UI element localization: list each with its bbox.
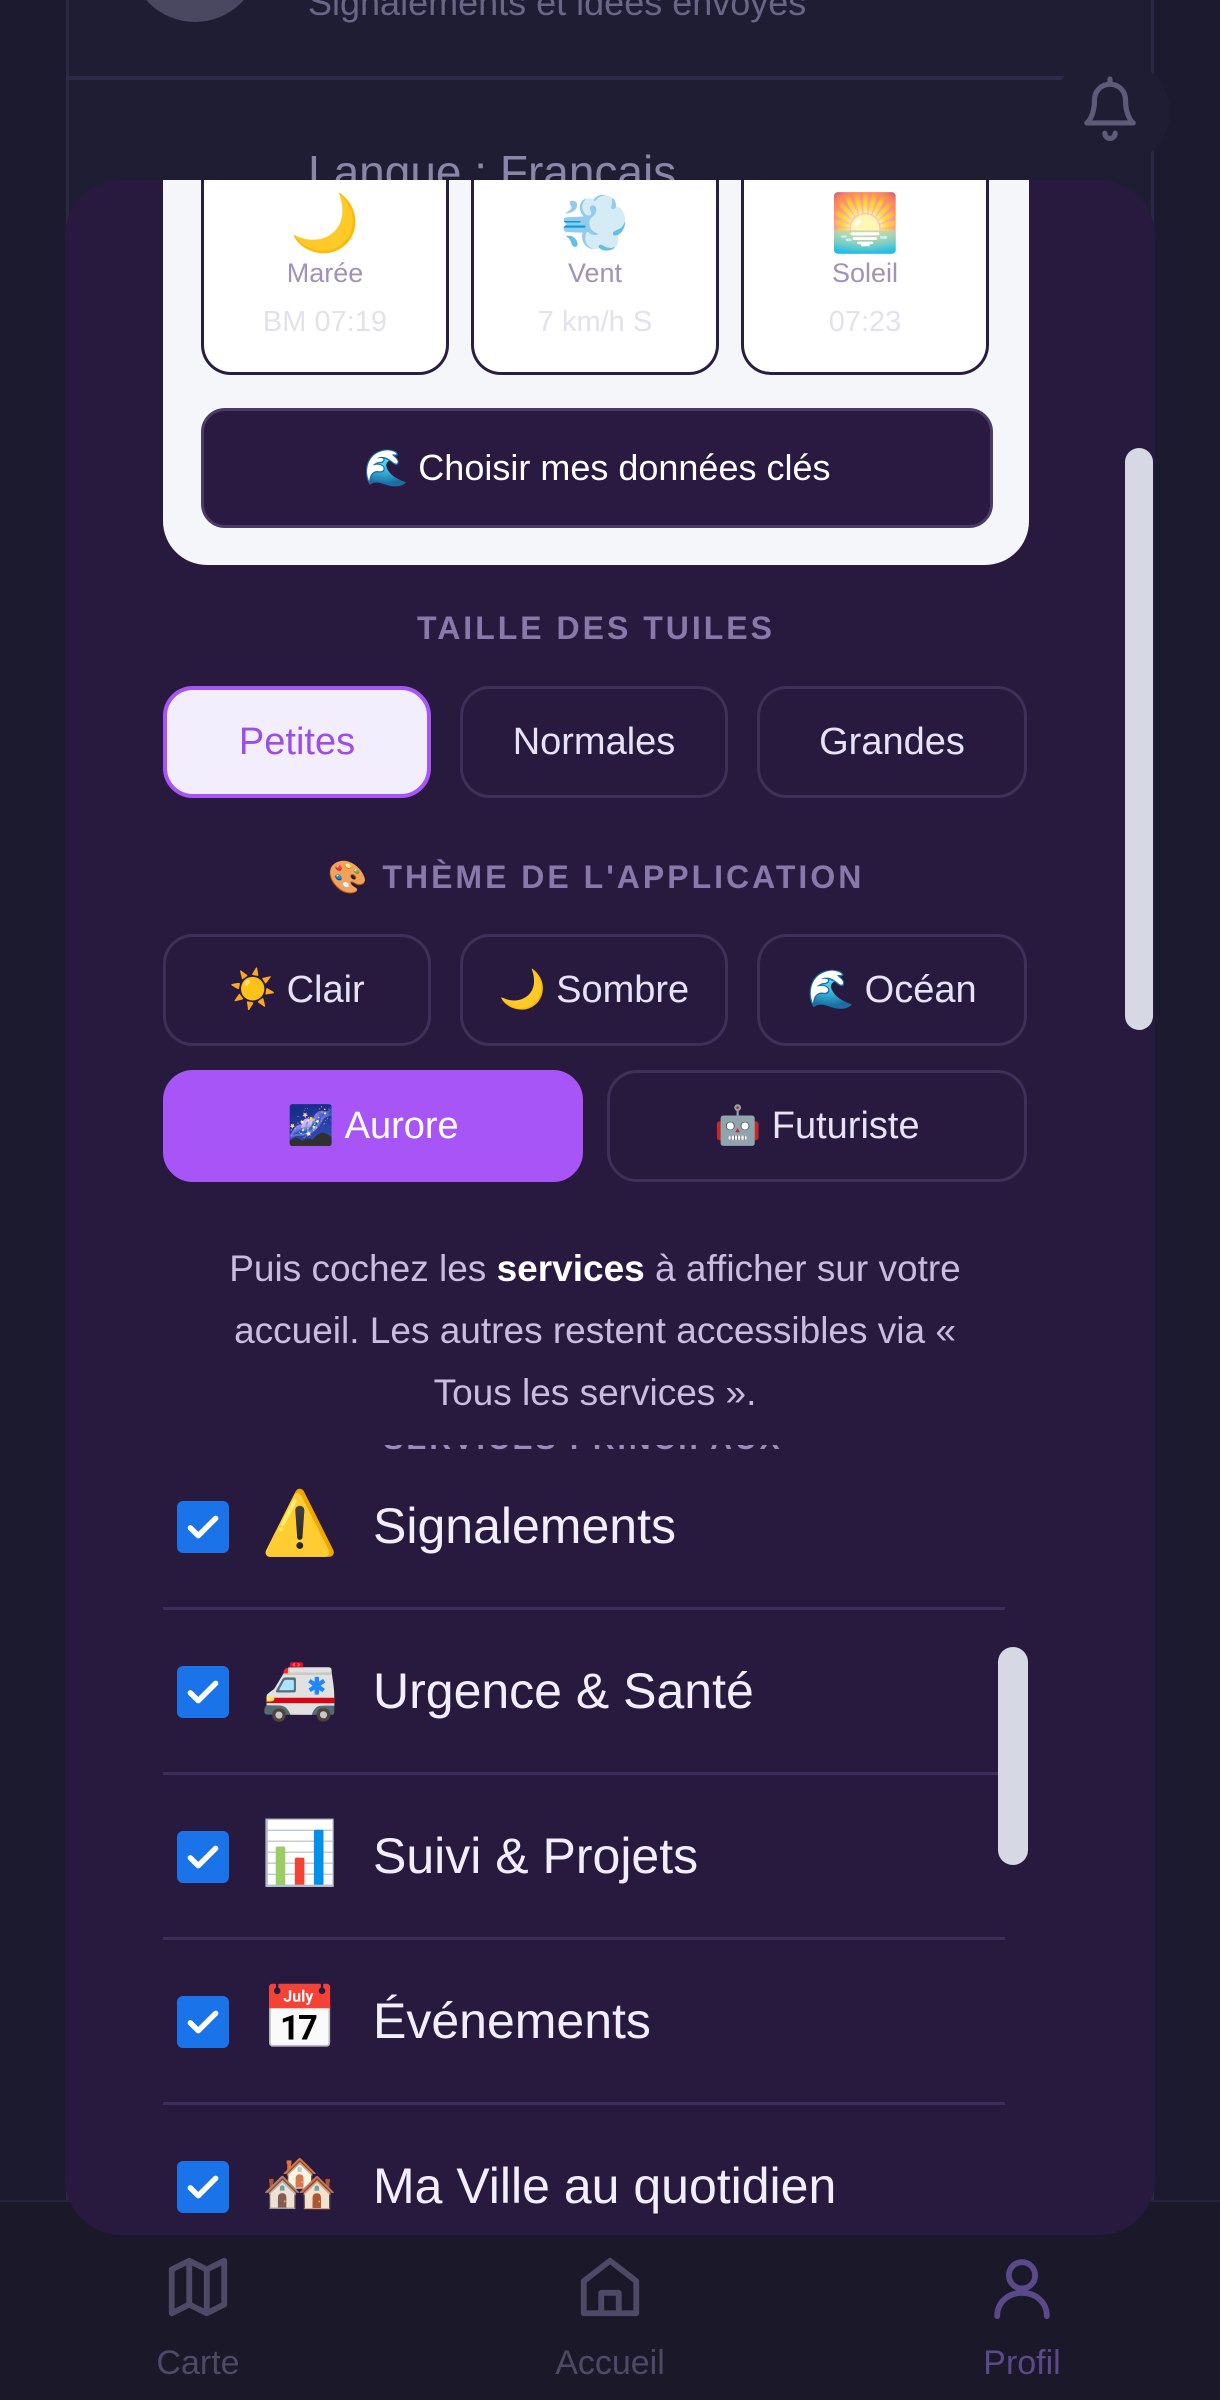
theme-label: Clair [286, 968, 365, 1011]
service-row-urgence[interactable]: 🚑 Urgence & Santé [163, 1610, 1005, 1775]
service-label: Suivi & Projets [373, 1828, 699, 1884]
warning-icon: ⚠️ [261, 1489, 339, 1558]
sunrise-icon: 🌅 [830, 191, 900, 254]
galaxy-icon: 🌌 [287, 1105, 335, 1147]
theme-ocean[interactable]: 🌊 Océan [757, 934, 1027, 1046]
theme-label: Futuriste [771, 1104, 920, 1147]
theme-clair[interactable]: ☀️ Clair [163, 934, 431, 1046]
service-row-ma-ville[interactable]: 🏘️ Ma Ville au quotidien [163, 2105, 1005, 2235]
ambulance-icon: 🚑 [261, 1654, 339, 1723]
service-checkbox[interactable] [177, 1996, 229, 2048]
tile-soleil: 🌅 Soleil 07:23 [741, 180, 989, 375]
nav-item-profil[interactable]: Profil [922, 2252, 1122, 2383]
tile-size-normales[interactable]: Normales [460, 686, 728, 798]
notifications-button[interactable] [1050, 60, 1170, 164]
background-reports-subtitle: Signalements et idées envoyés [308, 0, 807, 23]
tile-vent: 💨 Vent 7 km/h S [471, 180, 719, 375]
user-icon [922, 2252, 1122, 2332]
chart-icon: 📊 [261, 1819, 339, 1888]
theme-label: Aurore [344, 1104, 459, 1147]
theme-title: 🎨 THÈME DE L'APPLICATION [327, 859, 865, 895]
nav-label-carte: Carte [156, 2344, 240, 2382]
nav-item-accueil[interactable]: Accueil [510, 2252, 710, 2383]
nav-label-profil: Profil [983, 2344, 1061, 2382]
service-row-suivi[interactable]: 📊 Suivi & Projets [163, 1775, 1005, 1940]
map-icon [98, 2252, 298, 2332]
wind-icon: 💨 [560, 191, 630, 254]
sheet-scrollbar[interactable] [1125, 448, 1153, 1030]
services-list[interactable]: SERVICES PRINCIPAUX ⚠️ Signalements 🚑 Ur… [163, 1445, 1068, 2235]
tile-label: Marée [286, 258, 364, 288]
tile-value: 07:23 [828, 306, 902, 338]
services-help-text: Puis cochez les services à afficher sur … [229, 1248, 961, 1413]
settings-sheet-content[interactable]: 🌙 Marée BM 07:19 💨 Vent 7 km/h S 🌅 Solei… [65, 180, 1155, 2235]
theme-label: Océan [864, 968, 977, 1011]
houses-icon: 🏘️ [261, 2149, 339, 2218]
moon-icon: 🌙 [498, 969, 547, 1011]
theme-label: Sombre [556, 968, 690, 1011]
service-label: Signalements [373, 1498, 676, 1554]
tile-size-petites[interactable]: Petites [163, 686, 431, 798]
nav-item-carte[interactable]: Carte [98, 2252, 298, 2383]
tile-label: Soleil [831, 258, 899, 288]
calendar-icon: 📅 [261, 1984, 339, 2053]
service-checkbox[interactable] [177, 1831, 229, 1883]
services-list-scrollbar[interactable] [998, 1647, 1028, 1865]
theme-sombre[interactable]: 🌙 Sombre [460, 934, 728, 1046]
tile-size-grandes[interactable]: Grandes [757, 686, 1027, 798]
theme-aurore[interactable]: 🌌 Aurore [163, 1070, 583, 1182]
choose-key-data-button[interactable]: 🌊 Choisir mes données clés [201, 408, 993, 528]
nav-label-accueil: Accueil [555, 2344, 665, 2382]
tile-maree: 🌙 Marée BM 07:19 [201, 180, 449, 375]
service-checkbox[interactable] [177, 2161, 229, 2213]
robot-icon: 🤖 [714, 1105, 762, 1147]
service-label: Événements [373, 1993, 651, 2049]
sun-icon: ☀️ [229, 969, 277, 1011]
settings-sheet: 🌙 Marée BM 07:19 💨 Vent 7 km/h S 🌅 Solei… [65, 180, 1155, 2235]
service-row-evenements[interactable]: 📅 Événements [163, 1940, 1005, 2105]
service-label: Ma Ville au quotidien [373, 2158, 837, 2214]
tile-value: BM 07:19 [262, 306, 388, 338]
bell-icon [1079, 75, 1141, 149]
wave-icon: 🌊 [807, 969, 855, 1011]
home-icon [510, 2252, 710, 2332]
moon-icon: 🌙 [290, 191, 360, 254]
service-checkbox[interactable] [177, 1666, 229, 1718]
service-label: Urgence & Santé [373, 1663, 754, 1719]
tile-value: 7 km/h S [537, 306, 653, 338]
tile-label: Vent [567, 258, 623, 288]
service-checkbox[interactable] [177, 1501, 229, 1553]
theme-futuriste[interactable]: 🤖 Futuriste [607, 1070, 1027, 1182]
tile-size-title: TAILLE DES TUILES [417, 610, 775, 646]
key-data-card: 🌙 Marée BM 07:19 💨 Vent 7 km/h S 🌅 Solei… [163, 180, 1029, 565]
service-row-signalements[interactable]: ⚠️ Signalements [163, 1445, 1005, 1610]
